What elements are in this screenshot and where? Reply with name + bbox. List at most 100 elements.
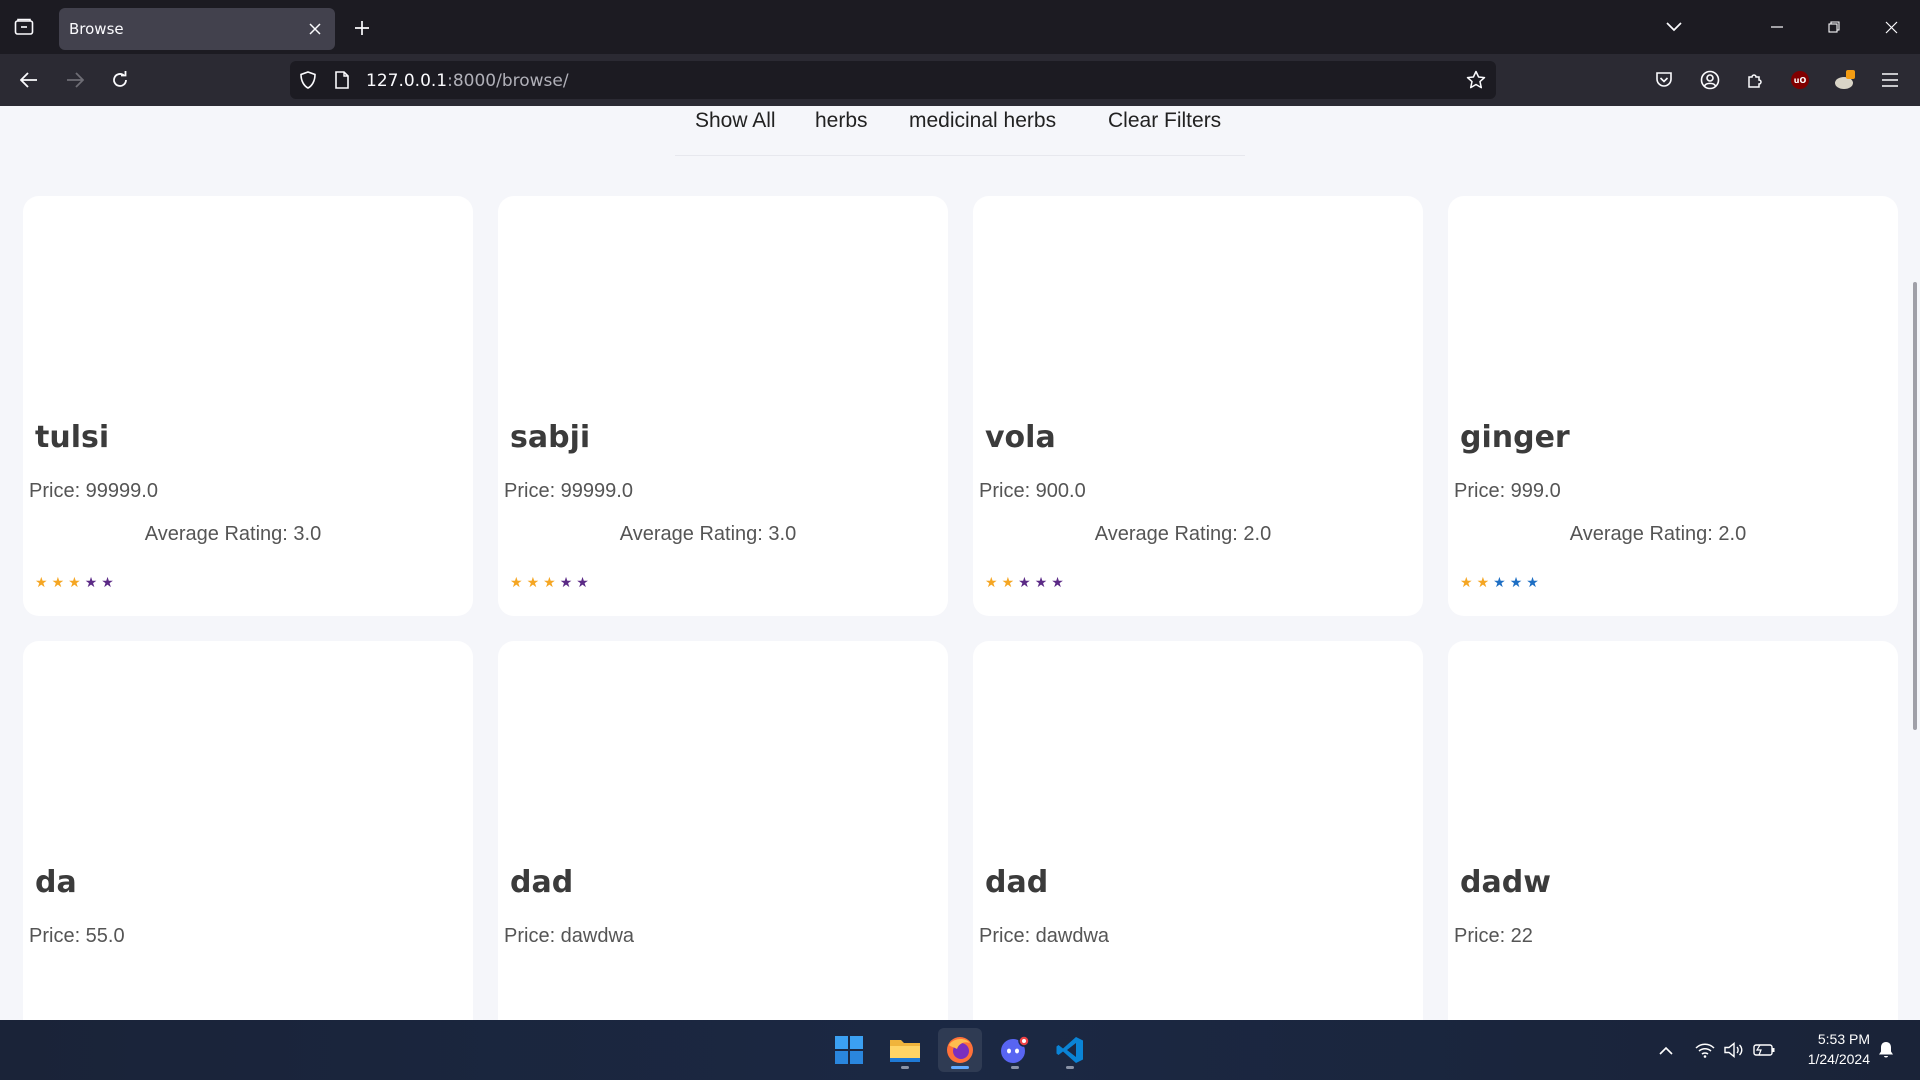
product-price: Price: 99999.0 [504, 480, 633, 502]
page-info-icon[interactable] [332, 70, 352, 90]
star-icon: ★ [576, 575, 589, 591]
browser-tab[interactable]: Browse [59, 8, 335, 50]
category-filter-bar: Show All herbs medicinal herbs Clear Fil… [675, 106, 1245, 156]
ublock-origin-icon[interactable]: uO [1785, 65, 1815, 95]
star-icon: ★ [559, 575, 573, 591]
minimize-icon[interactable] [1760, 12, 1794, 42]
star-icon: ★ [1034, 575, 1048, 591]
forward-arrow-icon[interactable] [60, 65, 90, 95]
address-bar[interactable]: 127.0.0.1:8000/browse/ [290, 61, 1496, 99]
average-rating: Average Rating: 3.0 [144, 523, 322, 545]
file-explorer-icon[interactable] [883, 1028, 927, 1072]
reload-icon[interactable] [105, 65, 135, 95]
list-all-tabs-icon[interactable] [1657, 12, 1691, 42]
product-card[interactable]: ginger Price: 999.0 Average Rating: 2.0 … [1448, 196, 1898, 616]
star-icon: ★ [101, 575, 114, 591]
windows-taskbar: 5:53 PM 1/24/2024 [0, 1020, 1920, 1080]
star-icon: ★ [510, 575, 523, 591]
clock-time: 5:53 PM [1817, 1031, 1870, 1047]
product-price: Price: 55.0 [29, 925, 125, 947]
tab-title: Browse [69, 20, 124, 38]
active-indicator [951, 1066, 969, 1069]
star-icon: ★ [1493, 575, 1506, 591]
chevron-up-icon[interactable] [1654, 1038, 1678, 1062]
star-icon: ★ [1018, 575, 1031, 591]
product-name: da [35, 865, 77, 900]
volume-icon[interactable] [1722, 1038, 1746, 1062]
hamburger-menu-icon[interactable] [1875, 65, 1905, 95]
vscode-icon[interactable] [1048, 1028, 1092, 1072]
extension-badge-icon[interactable] [1830, 65, 1860, 95]
filter-herbs[interactable]: herbs [815, 109, 868, 133]
clock-date: 1/24/2024 [1807, 1051, 1870, 1067]
product-card[interactable]: dad Price: dawdwa [498, 641, 948, 1020]
tracking-protection-shield-icon[interactable] [298, 70, 318, 90]
account-icon[interactable] [1695, 65, 1725, 95]
star-icon: ★ [35, 575, 48, 591]
product-price: Price: dawdwa [979, 925, 1110, 947]
product-name: vola [985, 420, 1056, 455]
extensions-puzzle-icon[interactable] [1740, 65, 1770, 95]
new-tab-icon[interactable] [348, 14, 376, 42]
firefox-view-icon[interactable] [10, 13, 38, 41]
star-rating: ★ ★ ★ ★ ★ [985, 576, 1064, 590]
filter-medicinal-herbs[interactable]: medicinal herbs [909, 109, 1056, 133]
vertical-scrollbar[interactable] [1908, 106, 1920, 1020]
product-card[interactable]: dad Price: dawdwa [973, 641, 1423, 1020]
product-card[interactable]: dadw Price: 22 [1448, 641, 1898, 1020]
tab-bar: Browse [0, 0, 1920, 54]
notification-bell-icon[interactable] [1874, 1038, 1898, 1062]
firefox-icon[interactable] [938, 1028, 982, 1072]
product-card[interactable]: da Price: 55.0 [23, 641, 473, 1020]
product-card[interactable]: vola Price: 900.0 Average Rating: 2.0 ★ ★… [973, 196, 1423, 616]
product-price: Price: dawdwa [504, 925, 635, 947]
star-icon: ★ [1051, 575, 1064, 591]
star-icon: ★ [68, 575, 81, 591]
running-indicator [901, 1066, 909, 1069]
star-icon: ★ [1526, 575, 1539, 591]
product-name: dad [510, 865, 574, 900]
star-rating: ★ ★ ★ ★ ★ [1460, 576, 1539, 590]
star-icon: ★ [1001, 575, 1015, 591]
average-rating: Average Rating: 3.0 [619, 523, 797, 545]
average-rating: Average Rating: 2.0 [1094, 523, 1272, 545]
system-clock[interactable]: 5:53 PM 1/24/2024 [1790, 1029, 1870, 1069]
bookmark-star-icon[interactable] [1466, 70, 1486, 90]
wifi-icon[interactable] [1693, 1038, 1717, 1062]
product-card[interactable]: tulsi Price: 99999.0 Average Rating: 3.0… [23, 196, 473, 616]
start-icon[interactable] [827, 1028, 871, 1072]
filter-show-all[interactable]: Show All [695, 109, 776, 133]
star-icon: ★ [1509, 575, 1523, 591]
star-icon: ★ [1460, 575, 1473, 591]
star-rating: ★ ★ ★ ★ ★ [35, 576, 114, 590]
running-indicator [1011, 1066, 1019, 1069]
product-price: Price: 22 [1454, 925, 1533, 947]
product-name: ginger [1460, 420, 1570, 455]
product-price: Price: 900.0 [979, 480, 1086, 502]
pocket-icon[interactable] [1649, 65, 1679, 95]
scrollbar-thumb[interactable] [1913, 282, 1917, 730]
restore-icon[interactable] [1817, 12, 1851, 42]
product-name: dad [985, 865, 1049, 900]
product-price: Price: 999.0 [1454, 480, 1561, 502]
product-name: tulsi [35, 420, 110, 455]
close-window-icon[interactable] [1874, 12, 1908, 42]
product-card[interactable]: sabji Price: 99999.0 Average Rating: 3.0… [498, 196, 948, 616]
close-tab-icon[interactable] [305, 19, 325, 39]
star-icon: ★ [51, 575, 65, 591]
star-rating: ★ ★ ★ ★ ★ [510, 576, 589, 590]
url-path: :8000/browse/ [447, 71, 569, 91]
filter-clear-filters[interactable]: Clear Filters [1108, 109, 1221, 133]
star-icon: ★ [84, 575, 98, 591]
page-viewport: Show All herbs medicinal herbs Clear Fil… [0, 106, 1920, 1020]
discord-icon[interactable] [993, 1028, 1037, 1072]
battery-icon[interactable] [1752, 1038, 1776, 1062]
product-name: sabji [510, 420, 591, 455]
url-text[interactable]: 127.0.0.1:8000/browse/ [366, 71, 569, 91]
url-host: 127.0.0.1 [366, 71, 448, 91]
back-arrow-icon[interactable] [14, 65, 44, 95]
product-name: dadw [1460, 865, 1551, 900]
running-indicator [1066, 1066, 1074, 1069]
product-price: Price: 99999.0 [29, 480, 158, 502]
navigation-toolbar: 127.0.0.1:8000/browse/ uO [0, 54, 1920, 106]
